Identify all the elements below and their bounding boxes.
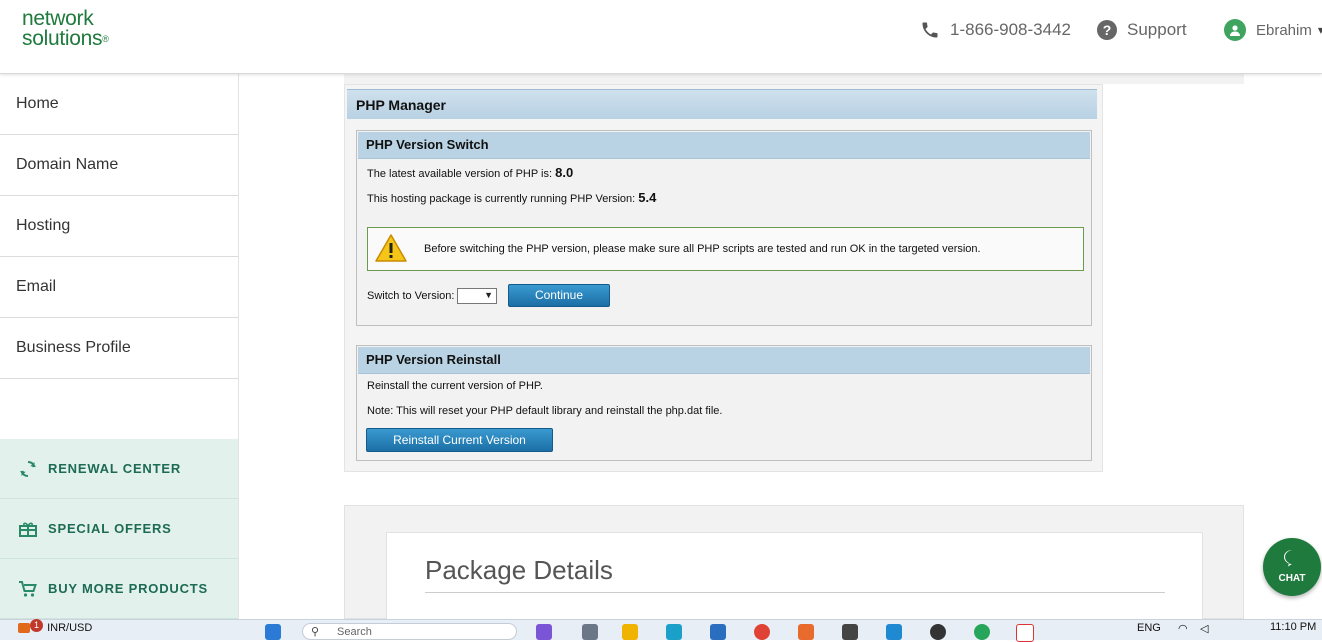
notification-badge: 1 [30, 619, 43, 632]
stocks-widget[interactable]: 1 INR/USD [18, 619, 93, 634]
logo-line2: solutions® [22, 27, 109, 50]
taskbar-search[interactable]: ⚲ Search [302, 623, 517, 640]
edge-icon[interactable] [666, 624, 682, 640]
sidebar-item-label: Business Profile [16, 339, 131, 356]
vscode-icon[interactable] [886, 624, 902, 640]
search-placeholder: Search [337, 626, 372, 638]
search-icon: ⚲ [311, 626, 320, 638]
folder-icon[interactable] [622, 624, 638, 640]
warning-text: Before switching the PHP version, please… [424, 243, 981, 255]
phone-number: 1-866-908-3442 [950, 20, 1071, 39]
refresh-icon [20, 460, 36, 477]
latest-version-value: 8.0 [555, 165, 574, 180]
switch-version-label: Switch to Version: [367, 290, 455, 302]
current-version-label: This hosting package is currently runnin… [367, 193, 636, 205]
cart-icon [19, 580, 37, 597]
chat-label: CHAT [1278, 573, 1306, 584]
user-name: Ebrahim [1256, 21, 1312, 39]
currency-label: INR/USD [47, 622, 93, 634]
phone-icon [920, 20, 940, 40]
package-details-title: Package Details [425, 555, 613, 585]
content-top-strip [344, 74, 1244, 84]
clock-time[interactable]: 11:10 PM [1270, 621, 1316, 633]
version-select[interactable]: ▼ [457, 288, 497, 304]
chevron-down-icon: ▼ [484, 290, 493, 300]
support-link[interactable]: ? Support [1097, 18, 1187, 42]
logo-line2-text: solutions [22, 27, 103, 50]
wifi-icon[interactable]: ◠ [1178, 622, 1188, 635]
reinstall-note: Note: This will reset your PHP default l… [367, 405, 723, 417]
package-details-section: Package Details [344, 505, 1244, 622]
app-icon[interactable] [930, 624, 946, 640]
app-icon[interactable] [842, 624, 858, 640]
divider [425, 592, 1165, 593]
warning-message: Before switching the PHP version, please… [367, 227, 1084, 271]
network-solutions-logo[interactable]: network solutions® [22, 7, 109, 50]
current-version-line: This hosting package is currently runnin… [367, 190, 656, 205]
sidebar-item-domain-name[interactable]: Domain Name [0, 135, 238, 196]
sidebar-item-email[interactable]: Email [0, 257, 238, 318]
sidebar-item-business-profile[interactable]: Business Profile [0, 318, 238, 379]
package-details-card: Package Details [386, 532, 1203, 622]
php-manager-panel: PHP Manager PHP Version Switch The lates… [344, 84, 1103, 472]
user-avatar-icon [1224, 19, 1246, 41]
chat-button[interactable]: CHAT [1263, 538, 1321, 596]
renewal-center-link[interactable]: RENEWAL CENTER [0, 439, 238, 499]
sidebar-item-label: Domain Name [16, 156, 119, 173]
store-icon[interactable] [710, 624, 726, 640]
reinstall-description: Reinstall the current version of PHP. [367, 380, 543, 392]
sidebar: Home Domain Name Hosting Email Business … [0, 74, 239, 619]
php-version-switch-box: PHP Version Switch The latest available … [356, 130, 1092, 326]
help-icon: ? [1097, 20, 1117, 40]
logo-mark: ® [102, 34, 109, 44]
app-icon[interactable] [798, 624, 814, 640]
special-offers-label: SPECIAL OFFERS [48, 521, 172, 536]
chevron-down-icon: ▾ [1317, 23, 1322, 37]
warning-icon [374, 233, 408, 268]
renewal-center-label: RENEWAL CENTER [48, 461, 182, 476]
sidebar-item-label: Home [16, 95, 59, 112]
sidebar-item-hosting[interactable]: Hosting [0, 196, 238, 257]
chrome-icon[interactable] [754, 624, 770, 640]
reinstall-current-version-button[interactable]: Reinstall Current Version [366, 428, 553, 452]
php-version-switch-title: PHP Version Switch [358, 132, 1090, 159]
sidebar-quick-links: RENEWAL CENTER SPECIAL OFFERS BUY MORE P… [0, 439, 238, 619]
phone-link[interactable]: 1-866-908-3442 [920, 18, 1071, 42]
logo-line1: network [22, 7, 94, 30]
gift-icon [19, 522, 37, 537]
app-icon[interactable] [1016, 624, 1034, 642]
special-offers-link[interactable]: SPECIAL OFFERS [0, 499, 238, 559]
buy-more-products-link[interactable]: BUY MORE PRODUCTS [0, 559, 238, 619]
windows-taskbar: 1 INR/USD ⚲ Search ENG ◠ ◁ 11:10 PM [0, 619, 1322, 642]
user-menu[interactable]: Ebrahim ▾ [1224, 18, 1322, 42]
php-manager-title: PHP Manager [347, 89, 1097, 119]
svg-text:?: ? [1103, 22, 1112, 38]
volume-icon[interactable]: ◁ [1200, 622, 1208, 635]
whatsapp-icon[interactable] [974, 624, 990, 640]
app-icon[interactable] [536, 624, 552, 640]
current-version-value: 5.4 [638, 190, 657, 205]
windows-start-icon[interactable] [265, 624, 281, 640]
support-label: Support [1127, 20, 1187, 39]
app-icon[interactable] [582, 624, 598, 640]
sidebar-item-home[interactable]: Home [0, 74, 238, 135]
buy-more-products-label: BUY MORE PRODUCTS [48, 581, 208, 596]
language-indicator[interactable]: ENG [1137, 622, 1161, 634]
sidebar-item-label: Hosting [16, 217, 71, 234]
php-version-reinstall-title: PHP Version Reinstall [358, 347, 1090, 374]
php-version-reinstall-box: PHP Version Reinstall Reinstall the curr… [356, 345, 1092, 461]
stocks-icon [18, 623, 30, 634]
top-header: network solutions® 1-866-908-3442 ? Supp… [0, 0, 1322, 74]
latest-version-line: The latest available version of PHP is: … [367, 165, 573, 180]
latest-version-label: The latest available version of PHP is: [367, 168, 553, 180]
chat-bubble-icon [1283, 549, 1301, 572]
sidebar-item-label: Email [16, 278, 57, 295]
continue-button[interactable]: Continue [508, 284, 610, 307]
